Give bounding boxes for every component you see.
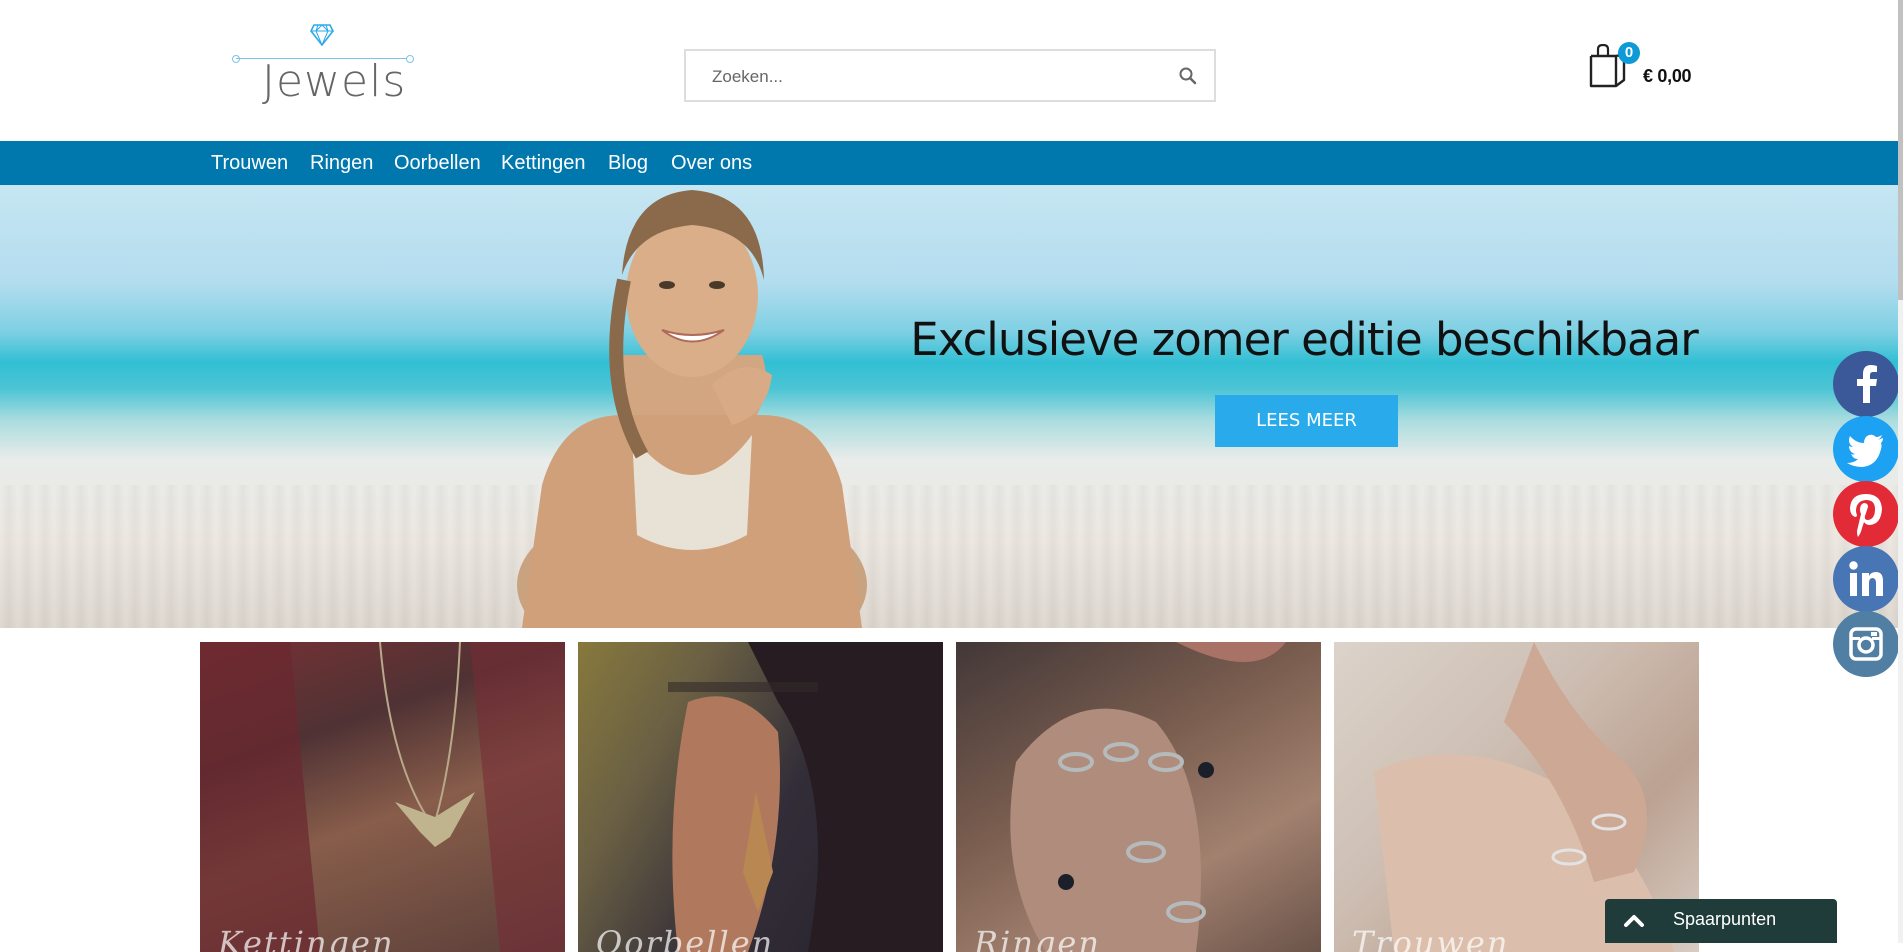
site-header: Jewels 0 € 0,00 — [0, 0, 1903, 141]
tile-caption: Kettingen — [218, 924, 395, 952]
cart-widget[interactable]: 0 € 0,00 — [1588, 40, 1708, 92]
hero-heading: Exclusieve zomer editie beschikbaar — [910, 313, 1698, 366]
nav-item-kettingen[interactable]: Kettingen — [501, 152, 586, 175]
cart-total: € 0,00 — [1643, 66, 1692, 86]
spaarpunten-widget[interactable]: Spaarpunten — [1605, 899, 1837, 943]
instagram-button[interactable] — [1833, 611, 1899, 677]
logo-ornament — [406, 55, 414, 63]
facebook-icon — [1857, 365, 1877, 403]
pinterest-button[interactable] — [1833, 481, 1899, 547]
twitter-icon — [1847, 434, 1883, 467]
linkedin-icon — [1849, 561, 1883, 596]
category-tile-ringen[interactable]: Ringen — [956, 642, 1321, 952]
pinterest-icon — [1850, 494, 1882, 537]
rings-image — [956, 642, 1321, 952]
category-tile-kettingen[interactable]: Kettingen — [200, 642, 565, 952]
necklace-image — [200, 642, 565, 952]
nav-item-oorbellen[interactable]: Oorbellen — [394, 152, 481, 175]
tile-caption: Oorbellen — [596, 924, 775, 952]
nav-item-ringen[interactable]: Ringen — [310, 152, 373, 175]
search-icon[interactable] — [1178, 66, 1198, 86]
diamond-icon — [310, 24, 334, 46]
tile-caption: Trouwen — [1352, 924, 1510, 952]
hero-banner: Exclusieve zomer editie beschikbaar LEES… — [0, 185, 1898, 628]
logo-ornament — [232, 55, 240, 63]
nav-item-over-ons[interactable]: Over ons — [671, 152, 752, 175]
read-more-button[interactable]: LEES MEER — [1215, 395, 1398, 447]
search-input[interactable] — [710, 65, 1154, 89]
search-box — [684, 49, 1216, 102]
scrollbar-thumb[interactable] — [1898, 0, 1903, 300]
hero-sand — [0, 485, 1898, 628]
tile-caption: Ringen — [974, 924, 1101, 952]
spaarpunten-label: Spaarpunten — [1673, 909, 1777, 929]
main-nav: Trouwen Ringen Oorbellen Kettingen Blog … — [0, 141, 1898, 185]
nav-item-blog[interactable]: Blog — [608, 152, 648, 175]
cart-count-badge: 0 — [1618, 42, 1640, 64]
earring-image — [578, 642, 943, 952]
twitter-button[interactable] — [1833, 416, 1899, 482]
facebook-button[interactable] — [1833, 351, 1899, 417]
nav-item-trouwen[interactable]: Trouwen — [211, 152, 288, 175]
page-scrollbar[interactable] — [1898, 0, 1903, 943]
hero-model-image — [517, 190, 867, 628]
chevron-up-icon — [1624, 915, 1644, 927]
logo[interactable]: Jewels — [232, 24, 414, 107]
linkedin-button[interactable] — [1833, 546, 1899, 612]
instagram-icon — [1849, 627, 1883, 661]
logo-text: Jewels — [262, 56, 407, 107]
category-tile-oorbellen[interactable]: Oorbellen — [578, 642, 943, 952]
